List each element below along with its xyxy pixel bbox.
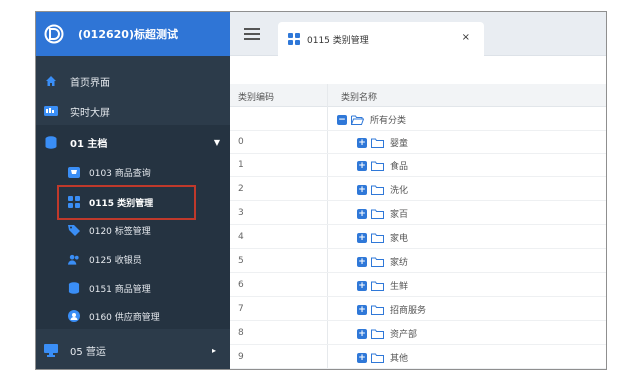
row-code: 6 — [238, 280, 244, 290]
sidebar-item-supplier-management[interactable]: 0160 供应商管理 — [36, 306, 230, 326]
table-row[interactable]: 3 + 家百 — [230, 202, 606, 225]
row-name: 食品 — [390, 162, 409, 172]
expand-icon[interactable]: + — [357, 280, 367, 291]
table-row[interactable]: 1 + 食品 — [230, 154, 606, 177]
row-name: 其他 — [390, 354, 409, 364]
expand-icon[interactable]: + — [357, 352, 367, 363]
close-icon[interactable]: × — [462, 32, 470, 43]
table-row[interactable]: 0 + 婴童 — [230, 131, 606, 154]
tag-icon — [68, 224, 80, 236]
sidebar-item-label: 实时大屏 — [70, 107, 110, 119]
row-code: 0 — [238, 137, 244, 147]
chevron-right-icon: ▸ — [211, 345, 216, 355]
row-code: 1 — [238, 160, 244, 170]
row-name: 家纺 — [390, 258, 409, 268]
menu-toggle-icon[interactable] — [244, 28, 260, 40]
app-window: (012620)标超测试 首页界面 实时大屏 01 主档 ▼ 0103 商品查询… — [35, 11, 607, 370]
folder-icon — [371, 353, 384, 363]
grid-icon — [288, 33, 300, 45]
database-icon — [68, 282, 80, 294]
sidebar-item-label-management[interactable]: 0120 标签管理 — [36, 220, 230, 240]
sidebar-group-operations[interactable]: 05 营运 ▸ — [36, 339, 230, 361]
sidebar-item-realtime-screen[interactable]: 实时大屏 — [36, 100, 230, 122]
row-code: 4 — [238, 232, 244, 242]
table-row[interactable]: 9 + 其他 — [230, 346, 606, 369]
highlight-box — [57, 185, 196, 220]
folder-icon — [371, 161, 384, 171]
row-code: 9 — [238, 352, 244, 362]
sidebar-item-label: 0125 收银员 — [89, 255, 142, 266]
column-header-name: 类别名称 — [341, 93, 378, 103]
table-row[interactable]: 6 + 生鲜 — [230, 274, 606, 297]
table-header: 类别编码 类别名称 — [230, 84, 606, 107]
sidebar-item-label: 首页界面 — [70, 77, 110, 89]
table-row[interactable]: 5 + 家纺 — [230, 250, 606, 273]
main-content: 0115 类别管理 × 类别编码 类别名称 − 所有分类 0 + 婴童 1 + … — [230, 12, 606, 369]
expand-icon[interactable]: + — [357, 232, 367, 243]
row-name: 所有分类 — [370, 116, 407, 126]
folder-open-icon — [351, 115, 364, 125]
row-code: 8 — [238, 328, 244, 338]
database-icon — [44, 135, 58, 149]
row-code: 2 — [238, 184, 244, 194]
expand-icon[interactable]: + — [357, 304, 367, 315]
supplier-icon — [68, 310, 80, 322]
folder-icon — [371, 257, 384, 267]
sidebar-item-label: 01 主档 — [70, 138, 108, 150]
folder-icon — [371, 185, 384, 195]
folder-icon — [371, 138, 384, 148]
table-row[interactable]: 4 + 家电 — [230, 226, 606, 249]
table-row[interactable]: 8 + 资产部 — [230, 322, 606, 345]
tree-root-row[interactable]: − 所有分类 — [230, 108, 606, 131]
sidebar-item-label: 0103 商品查询 — [89, 168, 151, 179]
home-icon — [44, 74, 58, 88]
folder-icon — [371, 281, 384, 291]
folder-icon — [371, 233, 384, 243]
tab-bar: 0115 类别管理 × — [230, 12, 606, 56]
row-code: 5 — [238, 256, 244, 266]
sidebar-item-label: 0160 供应商管理 — [89, 312, 160, 323]
users-icon — [68, 253, 80, 265]
sidebar-group-master-data[interactable]: 01 主档 ▼ — [36, 131, 230, 153]
cart-icon — [68, 166, 80, 178]
data-screen-icon — [44, 104, 58, 118]
row-name: 招商服务 — [390, 306, 427, 316]
sidebar-item-label: 05 营运 — [70, 346, 106, 358]
brand-title: (012620)标超测试 — [78, 28, 178, 41]
row-name: 家百 — [390, 210, 409, 220]
monitor-icon — [44, 343, 58, 357]
brand-bar: (012620)标超测试 — [36, 12, 230, 56]
table-row[interactable]: 2 + 洗化 — [230, 178, 606, 201]
column-header-code: 类别编码 — [238, 93, 275, 103]
sidebar-item-product-query[interactable]: 0103 商品查询 — [36, 162, 230, 182]
sidebar-item-label: 0151 商品管理 — [89, 284, 151, 295]
folder-icon — [371, 329, 384, 339]
sidebar-item-home[interactable]: 首页界面 — [36, 70, 230, 92]
expand-icon[interactable]: + — [357, 160, 367, 171]
row-name: 生鲜 — [390, 282, 409, 292]
row-name: 资产部 — [390, 330, 418, 340]
expand-icon[interactable]: + — [357, 256, 367, 267]
row-name: 家电 — [390, 234, 409, 244]
collapse-icon[interactable]: − — [337, 114, 347, 125]
sidebar: (012620)标超测试 首页界面 实时大屏 01 主档 ▼ 0103 商品查询… — [36, 12, 230, 369]
expand-icon[interactable]: + — [357, 208, 367, 219]
tab-category-management[interactable]: 0115 类别管理 × — [278, 22, 484, 56]
sidebar-item-cashier[interactable]: 0125 收银员 — [36, 249, 230, 269]
row-name: 婴童 — [390, 139, 409, 149]
chevron-down-icon: ▼ — [213, 137, 220, 147]
table-row[interactable]: 7 + 招商服务 — [230, 298, 606, 321]
row-name: 洗化 — [390, 186, 409, 196]
sidebar-item-product-management[interactable]: 0151 商品管理 — [36, 278, 230, 298]
sidebar-item-label: 0120 标签管理 — [89, 226, 151, 237]
folder-icon — [371, 209, 384, 219]
folder-icon — [371, 305, 384, 315]
expand-icon[interactable]: + — [357, 137, 367, 148]
brand-logo-icon — [44, 24, 64, 44]
row-code: 7 — [238, 304, 244, 314]
tab-label: 0115 类别管理 — [307, 35, 369, 46]
expand-icon[interactable]: + — [357, 328, 367, 339]
expand-icon[interactable]: + — [357, 184, 367, 195]
row-code: 3 — [238, 208, 244, 218]
